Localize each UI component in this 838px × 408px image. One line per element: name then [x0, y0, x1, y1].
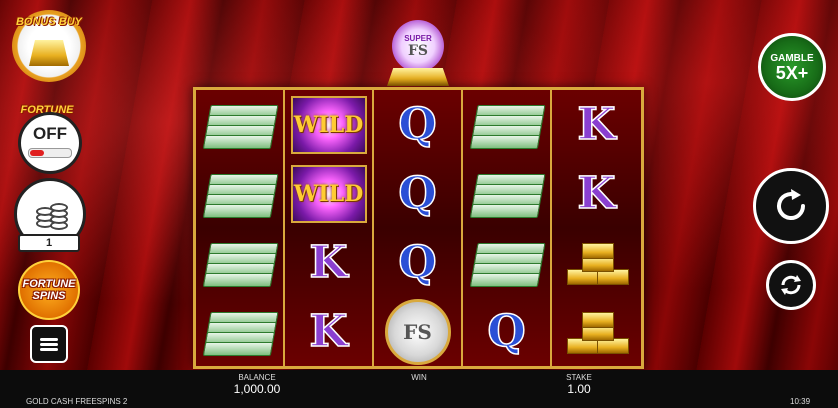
cash-stack-icon: [202, 104, 279, 149]
reel-4: Q: [463, 90, 552, 366]
fortune-spins-line1: FORTUNE: [22, 278, 76, 290]
fortune-spins-line2: SPINS: [32, 290, 66, 302]
q-symbol: Q: [398, 236, 438, 289]
reel-cell: FS: [374, 297, 461, 366]
q-symbol: Q: [487, 305, 527, 358]
cash-stack-icon: [469, 242, 546, 287]
reel-cell: [463, 90, 550, 159]
reel-cell: [463, 159, 550, 228]
coin-value: 1: [18, 234, 80, 252]
reel-3: Q Q Q FS: [374, 90, 463, 366]
fortune-bet-state: OFF: [33, 124, 67, 143]
fs-label: FS: [407, 42, 429, 59]
wild-symbol: WILD: [290, 164, 367, 223]
reel-cell: [196, 90, 283, 159]
reel-5: KK: [552, 90, 641, 366]
reel-cell: [552, 297, 641, 366]
fortune-spins-button[interactable]: FORTUNE SPINS: [18, 260, 80, 320]
autoplay-icon: [781, 275, 801, 295]
gold-bars-icon: [563, 239, 631, 287]
toggle-track: [28, 148, 72, 158]
spin-button[interactable]: [753, 168, 829, 244]
k-symbol: K: [577, 98, 617, 151]
game-name: GOLD CASH FREESPINS 2: [26, 397, 128, 406]
q-symbol: Q: [398, 98, 438, 151]
cash-stack-icon: [202, 311, 279, 356]
reel-cell: WILD: [285, 90, 372, 159]
cash-stack-icon: [202, 242, 279, 287]
bonus-buy-button[interactable]: BONUS BUY: [12, 10, 86, 82]
gold-bar-icon: [29, 40, 69, 66]
autoplay-button[interactable]: [766, 260, 816, 310]
coin-stack-icon: [32, 199, 68, 230]
k-symbol: K: [309, 236, 349, 289]
stake-label: STAKE: [566, 373, 592, 382]
cash-stack-icon: [469, 104, 546, 149]
win-display: WIN: [400, 373, 438, 382]
wild-symbol: WILD: [290, 95, 367, 154]
balance-value: 1,000.00: [233, 382, 281, 396]
reel-cell: Q: [374, 228, 461, 297]
reel-2: WILD WILD K K: [285, 90, 374, 366]
reel-cell: [196, 228, 283, 297]
reel-cell: Q: [463, 297, 550, 366]
reel-cell: K: [285, 297, 372, 366]
balance-display: BALANCE 1,000.00: [225, 373, 289, 396]
reel-cell: [463, 228, 550, 297]
toggle-knob: [30, 150, 44, 156]
menu-icon: [40, 336, 58, 353]
reel-cell: Q: [374, 159, 461, 228]
fortune-bet-toggle[interactable]: OFF: [18, 112, 82, 174]
reel-grid: WILD WILD K K Q Q Q FS Q K K: [193, 87, 644, 369]
gamble-label: GAMBLE: [770, 52, 814, 64]
reel-cell: [196, 159, 283, 228]
fortune-spins-label: FORTUNE SPINS: [23, 278, 76, 302]
balance-label: BALANCE: [238, 373, 276, 382]
win-label: WIN: [411, 373, 427, 382]
gamble-button[interactable]: GAMBLE 5X+: [758, 33, 826, 101]
reel-cell: K: [552, 159, 641, 228]
super-label: SUPER: [404, 33, 432, 43]
freespins-symbol: FS: [384, 298, 451, 365]
gold-pile-icon: [387, 68, 449, 86]
spin-icon: [777, 189, 805, 220]
cash-stack-icon: [202, 173, 279, 218]
k-symbol: K: [577, 167, 617, 220]
gamble-multiplier: 5X+: [775, 62, 809, 83]
stake-value: 1.00: [567, 382, 591, 396]
q-symbol: Q: [398, 167, 438, 220]
reel-cell: [196, 297, 283, 366]
k-symbol: K: [309, 305, 349, 358]
gold-bars-icon: [563, 308, 631, 356]
reel-cell: [552, 228, 641, 297]
clock: 10:39: [790, 397, 811, 406]
stake-display: STAKE 1.00: [555, 373, 603, 396]
reel-cell: Q: [374, 90, 461, 159]
reel-cell: K: [552, 90, 641, 159]
bonus-buy-label: BONUS BUY: [15, 16, 82, 28]
menu-button[interactable]: [30, 325, 68, 363]
cash-stack-icon: [469, 173, 546, 218]
reel-cell: K: [285, 228, 372, 297]
reel-cell: WILD: [285, 159, 372, 228]
reel-1: [196, 90, 285, 366]
super-fs-badge: SUPER FS: [392, 20, 444, 72]
